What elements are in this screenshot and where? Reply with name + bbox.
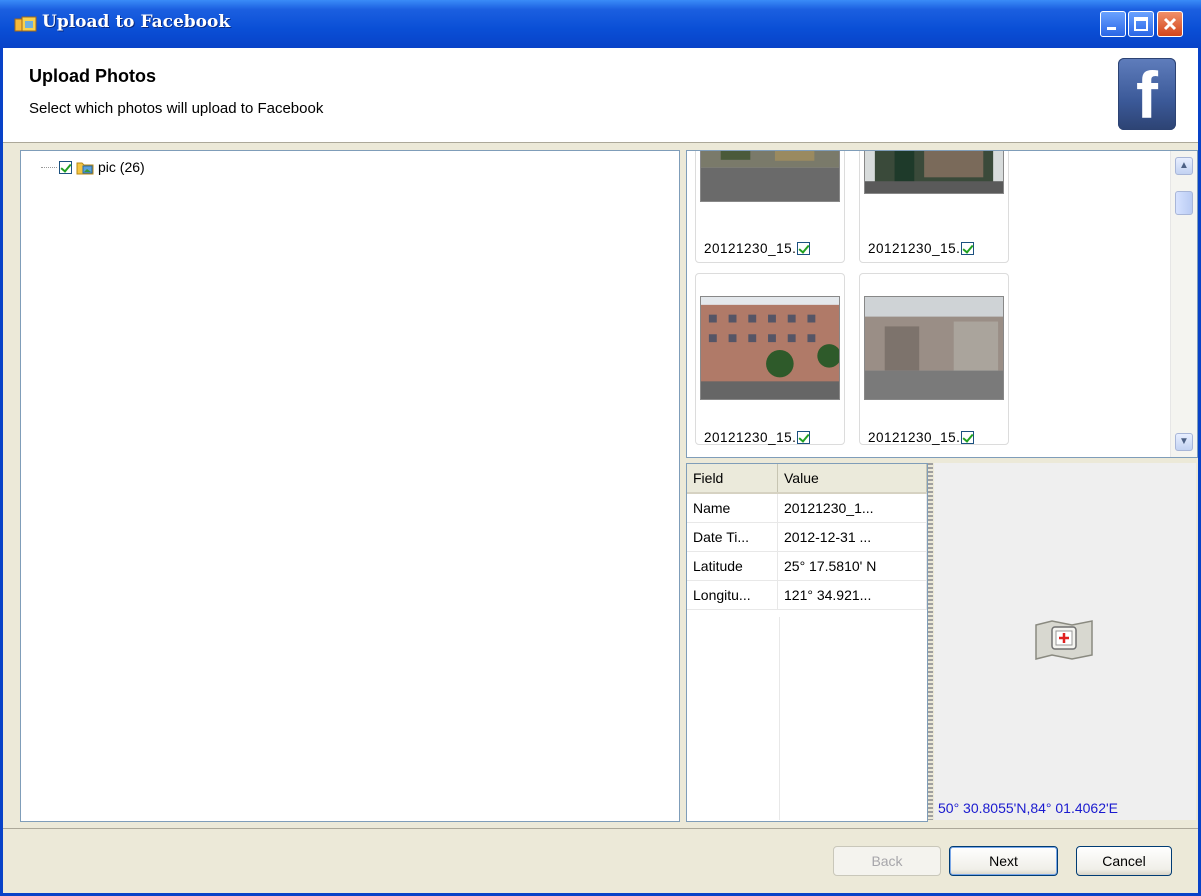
photo-checkbox[interactable]	[961, 431, 975, 444]
field-name: Longitu...	[687, 580, 778, 610]
photo-thumbnail	[864, 151, 1004, 194]
map-placeholder-icon	[1035, 620, 1093, 660]
facebook-logo: f	[1118, 58, 1176, 130]
map-pane: 50° 30.8055'N,84° 01.4062'E	[934, 463, 1196, 820]
photo-caption: 20121230_15.	[868, 430, 975, 445]
scroll-down-button[interactable]: ▼	[1175, 433, 1193, 451]
photo-filename: 20121230_15.	[868, 430, 961, 445]
page-subtitle: Select which photos will upload to Faceb…	[29, 100, 324, 117]
photo-checkbox[interactable]	[797, 242, 811, 255]
field-value: 20121230_1...	[777, 493, 927, 523]
photo-caption: 20121230_15.	[704, 430, 811, 445]
field-value: 25° 17.5810' N	[777, 551, 927, 581]
table-row[interactable]: Latitude 25° 17.5810' N	[687, 551, 927, 581]
field-name: Latitude	[687, 551, 778, 581]
table-row[interactable]: Longitu... 121° 34.921...	[687, 580, 927, 610]
folder-checkbox[interactable]	[59, 160, 72, 174]
column-divider	[779, 617, 780, 820]
photo-gallery[interactable]: 20121230_15. 20121230_15. 20121230_15. 2…	[686, 150, 1198, 458]
photo-caption: 20121230_15.	[868, 241, 975, 256]
minimize-button[interactable]	[1100, 11, 1126, 37]
column-header-value[interactable]: Value	[777, 464, 927, 494]
field-name: Name	[687, 493, 778, 523]
table-row[interactable]: Name 20121230_1...	[687, 493, 927, 523]
close-button[interactable]	[1157, 11, 1183, 37]
chevron-down-icon: ▼	[1179, 436, 1189, 447]
close-icon	[1163, 17, 1177, 31]
next-button[interactable]: Next	[949, 846, 1058, 876]
facebook-logo-letter: f	[1136, 58, 1158, 132]
folder-tree[interactable]: pic (26)	[20, 150, 680, 822]
photo-card[interactable]: 20121230_15.	[859, 273, 1009, 445]
wizard-header: Upload Photos Select which photos will u…	[3, 48, 1198, 143]
photo-card[interactable]: 20121230_15.	[695, 273, 845, 445]
photo-properties-table: Field Value Name 20121230_1... Date Ti..…	[686, 463, 928, 822]
photo-checkbox[interactable]	[961, 242, 975, 255]
title-bar[interactable]: Upload to Facebook	[0, 0, 1201, 48]
gallery-scrollbar[interactable]: ▲ ▼	[1170, 151, 1197, 457]
tree-node-label: pic (26)	[98, 159, 145, 175]
tree-node-pic[interactable]: pic (26)	[41, 159, 145, 175]
photo-filename: 20121230_15.	[704, 241, 797, 256]
photo-thumbnail	[700, 296, 840, 400]
field-name: Date Ti...	[687, 522, 778, 552]
upload-to-facebook-window: Upload to Facebook Upload Photos Select …	[0, 0, 1201, 896]
back-button[interactable]: Back	[833, 846, 941, 876]
folder-images-icon	[76, 162, 94, 174]
column-header-field[interactable]: Field	[687, 464, 778, 494]
cancel-button[interactable]: Cancel	[1076, 846, 1172, 876]
photo-thumbnail	[864, 296, 1004, 400]
window-title: Upload to Facebook	[42, 12, 231, 32]
footer-divider	[3, 828, 1198, 829]
scroll-up-button[interactable]: ▲	[1175, 157, 1193, 175]
page-title: Upload Photos	[29, 66, 156, 86]
photo-caption: 20121230_15.	[704, 241, 811, 256]
maximize-button[interactable]	[1128, 11, 1154, 37]
photo-filename: 20121230_15.	[868, 241, 961, 256]
field-value: 2012-12-31 ...	[777, 522, 927, 552]
field-value: 121° 34.921...	[777, 580, 927, 610]
scroll-thumb[interactable]	[1175, 191, 1193, 215]
map-coordinates: 50° 30.8055'N,84° 01.4062'E	[938, 800, 1119, 816]
chevron-up-icon: ▲	[1179, 160, 1189, 171]
photo-filename: 20121230_15.	[704, 430, 797, 445]
pane-splitter[interactable]	[928, 463, 933, 820]
maximize-icon	[1134, 17, 1148, 31]
table-header-row: Field Value	[687, 464, 927, 494]
app-icon	[14, 16, 37, 32]
photo-card[interactable]: 20121230_15.	[695, 151, 845, 263]
photo-thumbnail	[700, 151, 840, 202]
table-row[interactable]: Date Ti... 2012-12-31 ...	[687, 522, 927, 552]
photo-checkbox[interactable]	[797, 431, 811, 444]
photo-card[interactable]: 20121230_15.	[859, 151, 1009, 263]
minimize-icon	[1107, 27, 1116, 30]
tree-connector	[41, 166, 57, 168]
